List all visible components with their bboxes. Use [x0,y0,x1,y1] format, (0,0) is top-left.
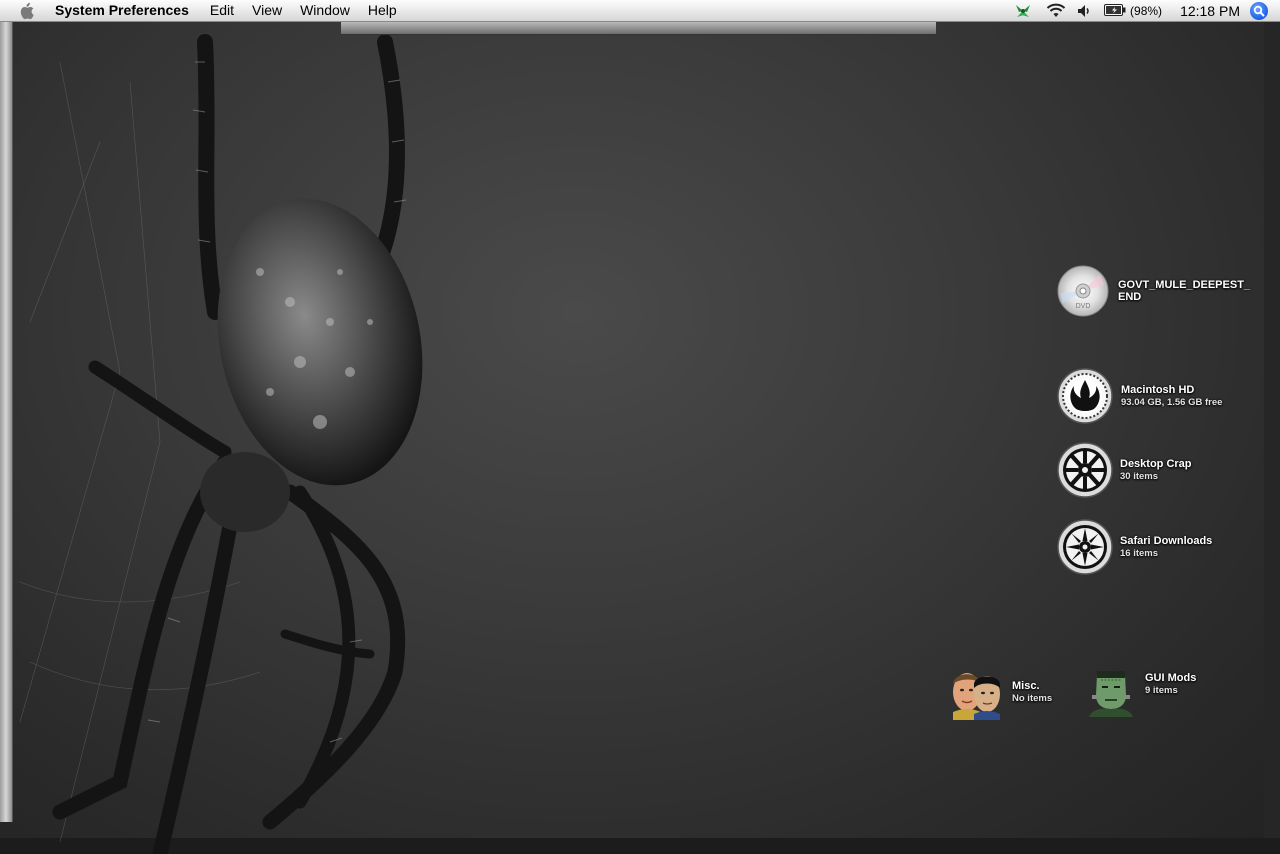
menu-edit[interactable]: Edit [201,0,243,21]
desktop-icon-macintosh-hd[interactable]: Macintosh HD 93.04 GB, 1.56 GB free [1057,368,1222,424]
menu-window[interactable]: Window [291,0,359,21]
apple-menu-icon[interactable] [18,2,36,20]
spider-wallpaper [19,34,423,854]
battery-status[interactable]: (98%) [1104,0,1162,21]
menu-clock[interactable]: 12:18 PM [1168,0,1250,21]
misc-label: Misc. [1012,679,1040,692]
menu-extra-icon[interactable] [1012,0,1034,21]
battery-icon [1104,3,1126,19]
frankenstein-folder-icon [1089,671,1133,717]
gui-mods-info: 9 items [1145,684,1178,696]
volume-icon[interactable] [1076,0,1094,21]
rebel-alliance-drive-icon [1057,368,1113,424]
desktop-frame-right [1264,22,1280,854]
faces-folder-icon [953,673,1000,720]
desktop-crap-info: 30 items [1120,470,1159,482]
desktop-crap-label: Desktop Crap [1120,457,1192,470]
menubar: System Preferences Edit View Window Help [0,0,1280,22]
menu-app-name[interactable]: System Preferences [53,0,198,21]
gui-mods-label: GUI Mods [1145,671,1197,684]
desktop-icon-dvd[interactable]: DVD GOVT_MULE_DEEPEST_ END [1057,265,1250,317]
desktop-icon-safari-downloads[interactable]: Safari Downloads 16 items [1057,519,1212,575]
dvd-disc-icon: DVD [1057,265,1109,317]
spotlight-search-icon[interactable] [1250,1,1268,20]
menu-help[interactable]: Help [359,0,406,21]
safari-downloads-label: Safari Downloads [1120,534,1213,547]
misc-info: No items [1012,692,1053,704]
desktop-icon-misc[interactable]: Misc. No items [948,664,1052,720]
window-edge[interactable] [0,22,13,822]
battery-percentage: (98%) [1130,3,1163,18]
dvd-logo-text: DVD [1076,303,1091,310]
dvd-label-line1: GOVT_MULE_DEEPEST_ [1118,279,1251,291]
macintosh-hd-label: Macintosh HD [1121,383,1195,396]
window-titlebar-fragment[interactable] [341,22,936,35]
desktop-icon-desktop-crap[interactable]: Desktop Crap 30 items [1057,442,1192,498]
menu-view[interactable]: View [243,0,291,21]
desktop-icon-gui-mods[interactable]: GUI Mods 9 items [1083,660,1196,718]
dvd-label-line2: END [1118,291,1142,303]
republic-emblem-folder-icon [1057,519,1113,575]
safari-downloads-info: 16 items [1120,547,1159,559]
wifi-icon[interactable] [1044,0,1068,21]
macintosh-hd-info: 93.04 GB, 1.56 GB free [1121,396,1223,408]
imperial-emblem-folder-icon [1057,442,1113,498]
